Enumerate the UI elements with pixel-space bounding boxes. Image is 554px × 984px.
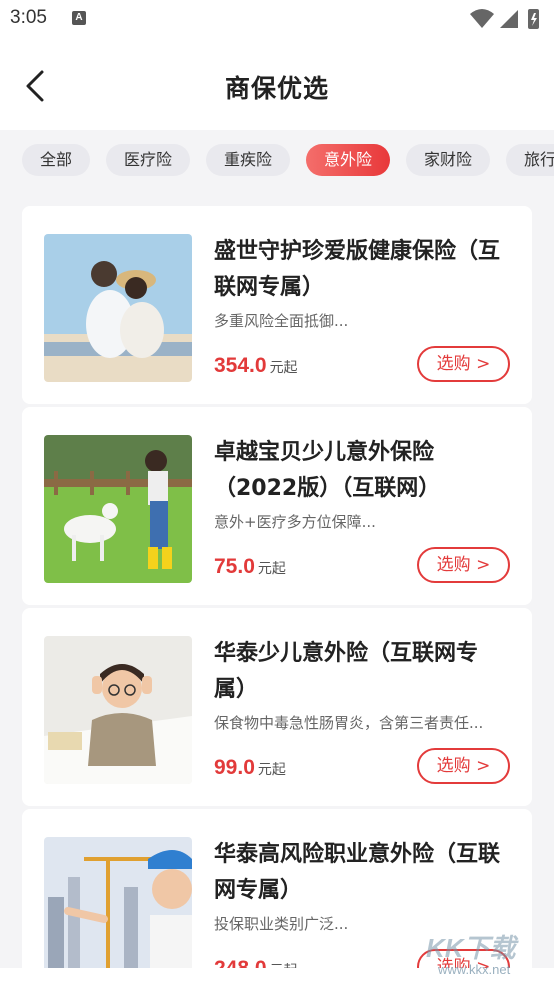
status-time: 3:05 [10, 7, 47, 28]
product-image [44, 234, 192, 382]
select-button[interactable]: 选购 > [417, 346, 510, 382]
select-button[interactable]: 选购 > [417, 547, 510, 583]
product-image [44, 435, 192, 583]
product-card[interactable]: 盛世守护珍爱版健康保险（互联网专属） 多重风险全面抵御... 354.0 元起 选… [22, 206, 532, 404]
product-desc: 多重风险全面抵御... [214, 312, 349, 330]
product-card[interactable]: 卓越宝贝少儿意外保险（2022版）（互联网） 意外+医疗多方位保障... 75.… [22, 407, 532, 605]
product-title: 卓越宝贝少儿意外保险（2022版）（互联网） [214, 440, 441, 501]
product-image [44, 837, 192, 984]
page-title: 商保优选 [224, 74, 329, 103]
wifi-icon [470, 9, 494, 28]
status-bar: 3:05 A [0, 0, 554, 40]
signal-icon [500, 10, 518, 28]
product-card[interactable]: 华泰少儿意外险（互联网专属） 保食物中毒急性肠胃炎，含第三者责任... 99.0… [22, 608, 532, 806]
app-header: 商保优选 [0, 40, 554, 130]
watermark-url: www.kkx.net [438, 962, 511, 977]
product-image [44, 636, 192, 784]
tab-accident[interactable]: 意外险 [306, 144, 391, 176]
status-icons [470, 9, 539, 29]
tab-property[interactable]: 家财险 [406, 144, 491, 176]
product-title: 华泰高风险职业意外险（互联网专属） [214, 842, 501, 903]
product-title: 盛世守护珍爱版健康保险（互联网专属） [214, 239, 501, 300]
product-desc: 意外+医疗多方位保障... [214, 513, 376, 531]
product-price: 354.0 元起 [214, 354, 298, 377]
product-price: 75.0 元起 [214, 555, 286, 578]
tab-critical-illness[interactable]: 重疾险 [206, 144, 291, 176]
product-price: 99.0 元起 [214, 756, 286, 779]
select-button[interactable]: 选购 > [417, 748, 510, 784]
product-desc: 保食物中毒急性肠胃炎，含第三者责任... [214, 714, 484, 732]
product-title: 华泰少儿意外险（互联网专属） [214, 641, 479, 702]
watermark: KK下载 www.kkx.net [420, 928, 532, 982]
tab-all[interactable]: 全部 [22, 144, 91, 176]
tab-travel[interactable]: 旅行 [506, 144, 554, 176]
category-tabs: 全部 医疗险 重疾险 意外险 家财险 旅行 [0, 130, 554, 196]
tab-medical[interactable]: 医疗险 [106, 144, 191, 176]
notification-a-icon: A [72, 11, 86, 25]
watermark-logo: KK下载 [426, 933, 516, 963]
